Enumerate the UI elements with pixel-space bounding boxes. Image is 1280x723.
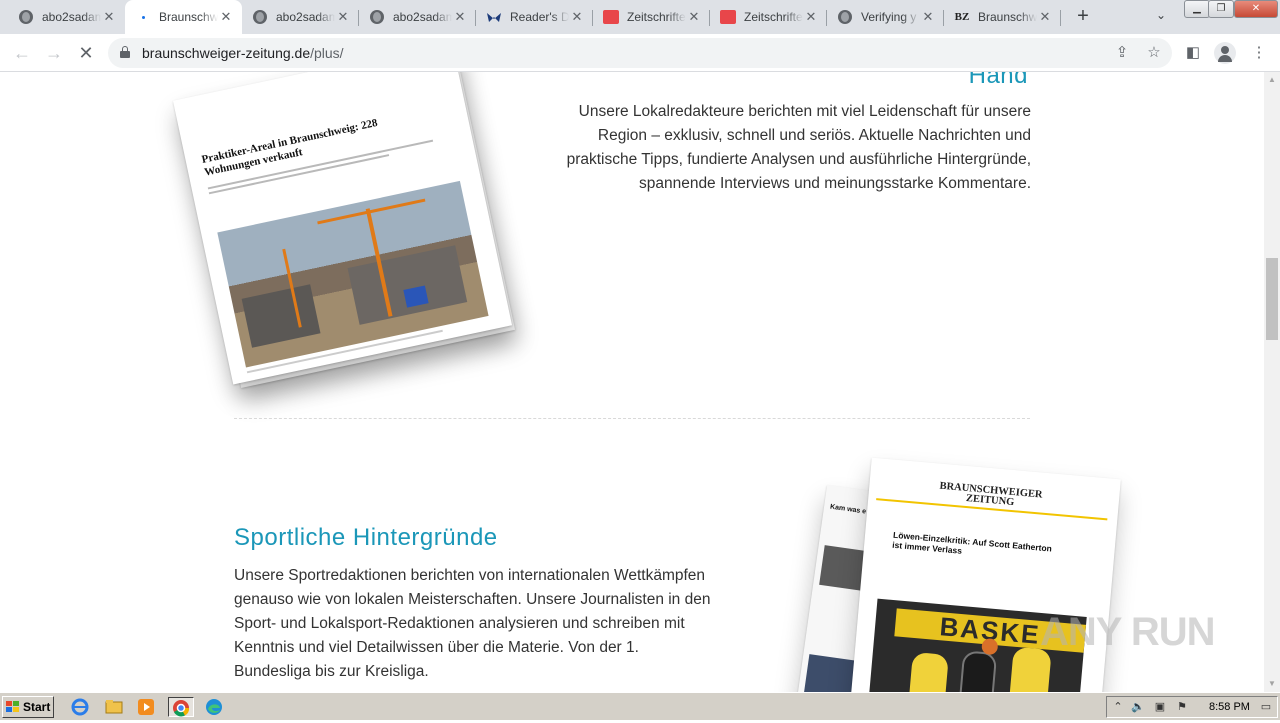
globe-icon: [18, 9, 34, 25]
globe-icon: [837, 9, 853, 25]
close-icon[interactable]: ✕: [1037, 9, 1053, 25]
minimize-button[interactable]: ▁: [1184, 0, 1210, 18]
tab-4[interactable]: abo2sadam ✕: [359, 0, 476, 34]
windows-logo-icon: [6, 701, 20, 713]
scroll-down-arrow-icon[interactable]: ▼: [1264, 676, 1280, 692]
media-player-icon[interactable]: [136, 697, 156, 717]
clock[interactable]: 8:58 PM: [1209, 701, 1250, 713]
show-desktop-icon[interactable]: ▭: [1259, 700, 1273, 714]
tab-title: Zeitschriften: [744, 10, 803, 24]
tab-strip: abo2sadam ✕ Braunschweig ✕ abo2sadam ✕ a…: [0, 0, 1280, 34]
tab-5[interactable]: Reader's Di ✕: [476, 0, 593, 34]
share-icon[interactable]: ⇪: [1112, 43, 1132, 63]
tab-title: Verifying y: [861, 10, 917, 24]
tab-title: Braunschw: [978, 10, 1037, 24]
system-tray: ⌃ 🔈 ▣ ⚑ 8:58 PM ▭: [1106, 696, 1278, 718]
close-icon[interactable]: ✕: [686, 9, 702, 25]
close-window-button[interactable]: ✕: [1234, 0, 1278, 18]
action-center-flag-icon[interactable]: ⚑: [1175, 700, 1189, 714]
edge-icon[interactable]: [204, 697, 224, 717]
tray-expand-icon[interactable]: ⌃: [1111, 700, 1125, 714]
zeitschriften-icon: [720, 9, 736, 25]
close-icon[interactable]: ✕: [101, 9, 117, 25]
close-icon[interactable]: ✕: [218, 9, 234, 25]
scroll-thumb[interactable]: [1266, 258, 1278, 340]
close-icon[interactable]: ✕: [920, 9, 936, 25]
internet-explorer-icon[interactable]: [70, 697, 90, 717]
section-divider: [234, 418, 1030, 419]
bz-icon: BZ: [954, 11, 970, 23]
bookmark-star-icon[interactable]: ☆: [1144, 43, 1164, 63]
forward-arrow-icon[interactable]: →: [42, 41, 66, 65]
tab-1[interactable]: abo2sadam ✕: [8, 0, 125, 34]
network-icon[interactable]: ▣: [1153, 700, 1167, 714]
side-panel-icon[interactable]: ◧: [1182, 42, 1204, 64]
new-tab-button[interactable]: +: [1072, 6, 1094, 27]
tab-7[interactable]: Zeitschriften ✕: [710, 0, 827, 34]
file-explorer-icon[interactable]: [104, 697, 124, 717]
tab-title: Braunschweig: [159, 10, 218, 24]
globe-icon: [252, 9, 268, 25]
stop-loading-icon[interactable]: ✕: [74, 41, 98, 65]
page-scrollbar[interactable]: ▲ ▼: [1264, 72, 1280, 692]
globe-icon: [369, 9, 385, 25]
section-heading-sport: Sportliche Hintergründe: [234, 524, 498, 551]
page-viewport: Praktiker-Areal in Braunschweig: 228 Woh…: [0, 72, 1264, 692]
newspaper-mockup-sport: Kam was e BRAUNSCHWEIGER ZEITUNG Löwen-E…: [793, 457, 1140, 692]
tab-search-icon[interactable]: ⌄: [1152, 8, 1170, 26]
url-text[interactable]: braunschweiger-zeitung.de/plus/: [142, 45, 344, 61]
restore-button[interactable]: ❐: [1208, 0, 1234, 18]
section-text-local: Unsere Lokalredakteure berichten mit vie…: [566, 103, 1031, 192]
address-bar[interactable]: braunschweiger-zeitung.de/plus/ ⇪ ☆: [108, 38, 1172, 68]
tab-2-active[interactable]: Braunschweig ✕: [125, 0, 242, 34]
close-icon[interactable]: ✕: [452, 9, 468, 25]
windows-taskbar: Start ⌃ 🔈 ▣ ⚑ 8:58 PM ▭: [0, 692, 1280, 720]
tab-title: abo2sadam: [393, 10, 452, 24]
scroll-up-arrow-icon[interactable]: ▲: [1264, 72, 1280, 88]
close-icon[interactable]: ✕: [335, 9, 351, 25]
close-icon[interactable]: ✕: [803, 9, 819, 25]
more-menu-icon[interactable]: ⋮: [1248, 42, 1270, 64]
start-button[interactable]: Start: [2, 696, 54, 718]
tab-title: abo2sadam: [42, 10, 101, 24]
tab-title: Reader's Di: [510, 10, 569, 24]
tab-3[interactable]: abo2sadam ✕: [242, 0, 359, 34]
chrome-icon[interactable]: [168, 697, 194, 717]
tab-9[interactable]: BZ Braunschw ✕: [944, 0, 1061, 34]
anyrun-watermark: ANY RUN: [1040, 610, 1216, 654]
tab-title: abo2sadam: [276, 10, 335, 24]
tab-title: Zeitschriften: [627, 10, 686, 24]
back-arrow-icon[interactable]: ←: [10, 41, 34, 65]
section-text-sport: Unsere Sportredaktionen berichten von in…: [234, 567, 711, 680]
profile-avatar-icon[interactable]: [1214, 42, 1236, 64]
lock-icon[interactable]: [120, 46, 130, 58]
volume-icon[interactable]: 🔈: [1131, 700, 1145, 714]
close-icon[interactable]: ✕: [569, 9, 585, 25]
zeitschriften-icon: [603, 9, 619, 25]
readers-digest-icon: [486, 9, 502, 25]
section-heading-local: Hand: [968, 72, 1028, 89]
mockup-headline: Löwen-Einzelkritik: Auf Scott Eatherton …: [891, 529, 1053, 556]
newspaper-mockup-local: Praktiker-Areal in Braunschweig: 228 Woh…: [172, 72, 520, 412]
tab-6[interactable]: Zeitschriften ✕: [593, 0, 710, 34]
loading-dot-icon: [135, 9, 151, 25]
tab-8[interactable]: Verifying y ✕: [827, 0, 944, 34]
browser-toolbar: ← → ✕ braunschweiger-zeitung.de/plus/ ⇪ …: [0, 34, 1280, 72]
